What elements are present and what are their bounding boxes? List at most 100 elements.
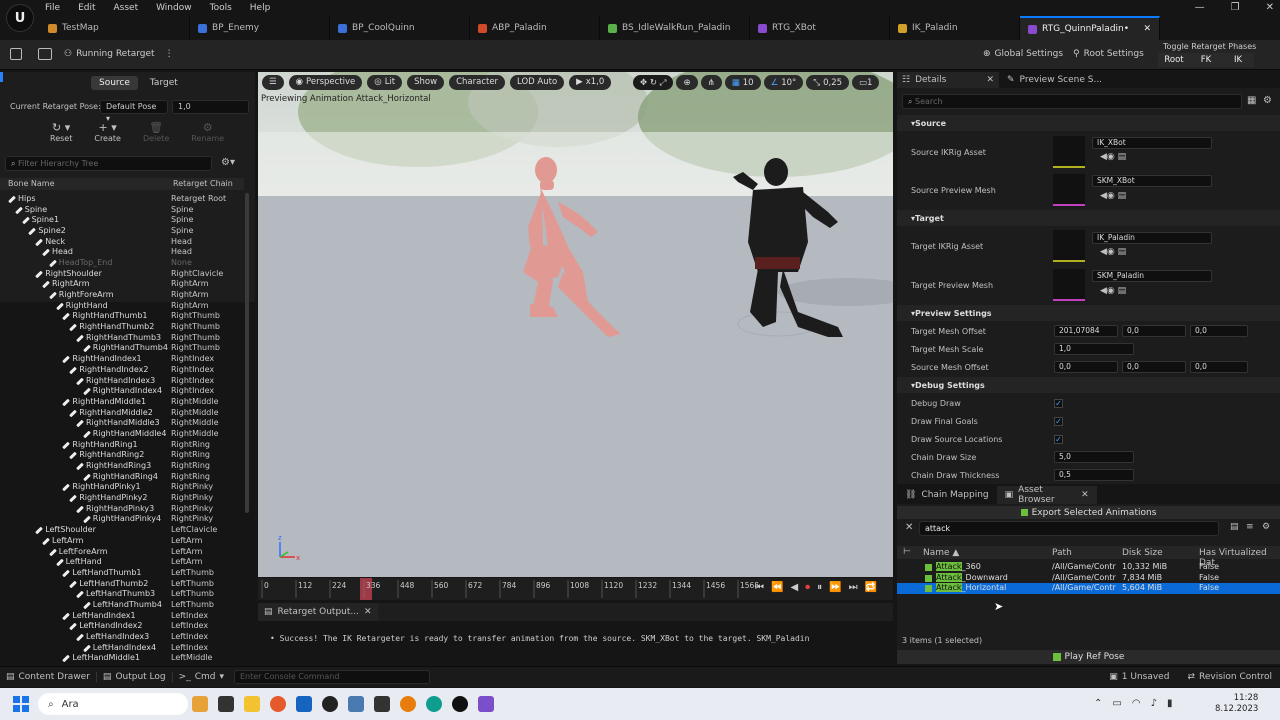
show-button[interactable]: Show [407,74,445,90]
revision-control-button[interactable]: ⇄ Revision Control [1179,672,1280,682]
col-name[interactable]: Name ▲ [923,548,959,558]
col-retarget-chain[interactable]: Retarget Chain [173,179,233,188]
transform-tools[interactable]: ✥ ↻ ⤢ [633,75,674,90]
step-forward-icon[interactable]: ⏩ [829,582,841,593]
asset-browser-tab[interactable]: ▣ Asset Browser ✕ [996,485,1097,505]
target-tab[interactable]: Target [142,76,186,90]
close-tab-icon[interactable]: ✕ [1143,24,1151,34]
source-tab[interactable]: Source [91,76,138,90]
edge-icon[interactable] [426,696,442,712]
asset-picker-icons[interactable]: ◀◉ ▤ [1100,191,1126,201]
asset-tab[interactable]: RTG_QuinnPaladin• ✕ [1020,16,1160,40]
source-mesh-offset-z[interactable]: 0,0 [1190,361,1248,373]
browser-settings-icon[interactable]: ⚙ [1262,522,1270,532]
skip-end-icon[interactable]: ⏭ [849,582,858,593]
source-ikrig-dropdown[interactable]: IK_XBot [1092,137,1212,149]
content-drawer-button[interactable]: ▤ Content Drawer [0,672,96,682]
bone-row[interactable]: LeftHandMiddle1 LeftMiddle [0,653,244,663]
cmd-dropdown[interactable]: >_ Cmd ▾ [171,672,230,682]
details-settings-icon[interactable]: ⚙ [1263,95,1272,106]
obs-icon[interactable] [322,696,338,712]
menu-help[interactable]: Help [241,0,280,16]
bone-row[interactable]: RightHandIndex4 RightIndex [0,385,244,396]
details-search-input[interactable]: ⌕ Search [902,94,1242,109]
camera-speed-icon[interactable]: ▭1 [852,75,880,90]
asset-tab[interactable]: BP_Enemy [190,16,330,40]
close-browser-icon[interactable]: ✕ [1081,490,1089,500]
taskview-icon[interactable] [218,696,234,712]
record-icon[interactable]: ⏺ [805,582,810,593]
bone-row[interactable]: LeftHandThumb2 LeftThumb [0,578,244,589]
rotate-snap-button[interactable]: ∠ 10° [763,75,804,90]
unreal-logo-icon[interactable]: U [6,4,34,32]
bone-row[interactable]: LeftArm LeftArm [0,535,244,546]
bone-row[interactable]: LeftHandThumb3 LeftThumb [0,588,244,599]
target-mesh-dropdown[interactable]: SKM_Paladin [1092,270,1212,282]
bone-row[interactable]: RightHandRing2 RightRing [0,450,244,461]
play-reverse-icon[interactable]: ◀ [790,582,798,593]
section-preview-settings[interactable]: ▾ Preview Settings [897,305,1280,321]
bone-row[interactable]: LeftHandThumb1 LeftThumb [0,567,244,578]
section-debug-settings[interactable]: ▾ Debug Settings [897,377,1280,393]
bone-row[interactable]: RightHandIndex3 RightIndex [0,375,244,386]
target-mesh-offset-z[interactable]: 0,0 [1190,325,1248,337]
tree-toggle-icon[interactable]: ⊢ [903,547,911,557]
unreal-taskbar-icon[interactable] [452,696,468,712]
playspeed-button[interactable]: ▶ x1,0 [569,74,612,90]
root-settings-button[interactable]: ⚲ Root Settings [1073,49,1144,59]
asset-tab[interactable]: BP_CoolQuinn [330,16,470,40]
bone-row[interactable]: LeftHand LeftArm [0,556,244,567]
chain-draw-thickness-input[interactable]: 0,5 [1054,469,1134,481]
word-icon[interactable] [296,696,312,712]
visual-studio-icon[interactable] [478,696,494,712]
kebab-icon[interactable]: ⋮ [165,49,174,59]
target-mesh-offset-y[interactable]: 0,0 [1122,325,1186,337]
output-log-button[interactable]: ▤ Output Log [95,672,172,682]
app-icon[interactable] [374,696,390,712]
maximize-icon[interactable]: ❐ [1231,2,1240,13]
bone-row[interactable]: RightHandMiddle2 RightMiddle [0,407,244,418]
col-disk-size[interactable]: Disk Size [1122,548,1163,558]
bone-row[interactable]: RightHandRing3 RightRing [0,460,244,471]
bone-row[interactable]: RightHandRing4 RightRing [0,471,244,482]
target-ikrig-dropdown[interactable]: IK_Paladin [1092,232,1212,244]
pause-icon[interactable]: ⏸ [817,582,822,593]
folder-icon[interactable]: ▤ [1230,522,1239,532]
bone-row[interactable]: Spine1 Spine [0,214,244,225]
asset-row[interactable]: Attack_Downward/All/Game/Contr 7,834 MiB F… [897,572,1280,584]
target-mesh-offset-x[interactable]: 201,07084 [1054,325,1118,337]
menu-edit[interactable]: Edit [69,0,104,16]
bone-row[interactable]: RightHandMiddle1 RightMiddle [0,396,244,407]
retarget-output-tab[interactable]: ▤ Retarget Output... ✕ [258,603,378,621]
lod-button[interactable]: LOD Auto [510,74,565,90]
scale-snap-button[interactable]: ⤡ 0,25 [806,75,850,90]
bone-row[interactable]: RightHandMiddle4 RightMiddle [0,428,244,439]
bone-row[interactable]: RightHandPinky2 RightPinky [0,492,244,503]
bone-row[interactable]: Neck Head [0,236,244,247]
photos-icon[interactable] [348,696,364,712]
close-tab-icon[interactable]: ✕ [364,607,372,617]
firefox-icon[interactable] [270,696,286,712]
bone-row[interactable]: RightHandIndex1 RightIndex [0,353,244,364]
bone-row[interactable]: RightHandRing1 RightRing [0,439,244,450]
console-command-input[interactable]: Enter Console Command [233,670,430,684]
taskbar-search[interactable]: ⌕ Ara [38,693,188,715]
tray-expand-icon[interactable]: ⌃ [1094,698,1102,709]
asset-tab[interactable]: RTG_XBot [750,16,890,40]
volume-icon[interactable]: ♪ [1151,698,1157,709]
unsaved-button[interactable]: ▣ 1 Unsaved [1099,672,1179,682]
menu-window[interactable]: Window [147,0,201,16]
retarget-pose-dropdown[interactable]: Default Pose ▾ [100,100,168,123]
chain-draw-size-input[interactable]: 5,0 [1054,451,1134,463]
hierarchy-filter-input[interactable]: ⌕ Filter Hierarchy Tree [5,156,212,171]
bone-row[interactable]: RightHandThumb2 RightThumb [0,321,244,332]
source-mesh-dropdown[interactable]: SKM_XBot [1092,175,1212,187]
pose-blend-input[interactable]: 1,0 [172,100,249,114]
close-window-icon[interactable]: ✕ [1266,2,1274,13]
chain-mapping-tab[interactable]: ⛓ Chain Mapping [897,486,997,504]
bone-row[interactable]: RightHandPinky3 RightPinky [0,503,244,514]
bone-row[interactable]: RightHandThumb3 RightThumb [0,332,244,343]
running-retarget-button[interactable]: ⚇ Running Retarget ⋮ [64,49,174,59]
bone-row[interactable]: LeftForeArm LeftArm [0,546,244,557]
bone-row[interactable]: LeftHandIndex3 LeftIndex [0,631,244,642]
